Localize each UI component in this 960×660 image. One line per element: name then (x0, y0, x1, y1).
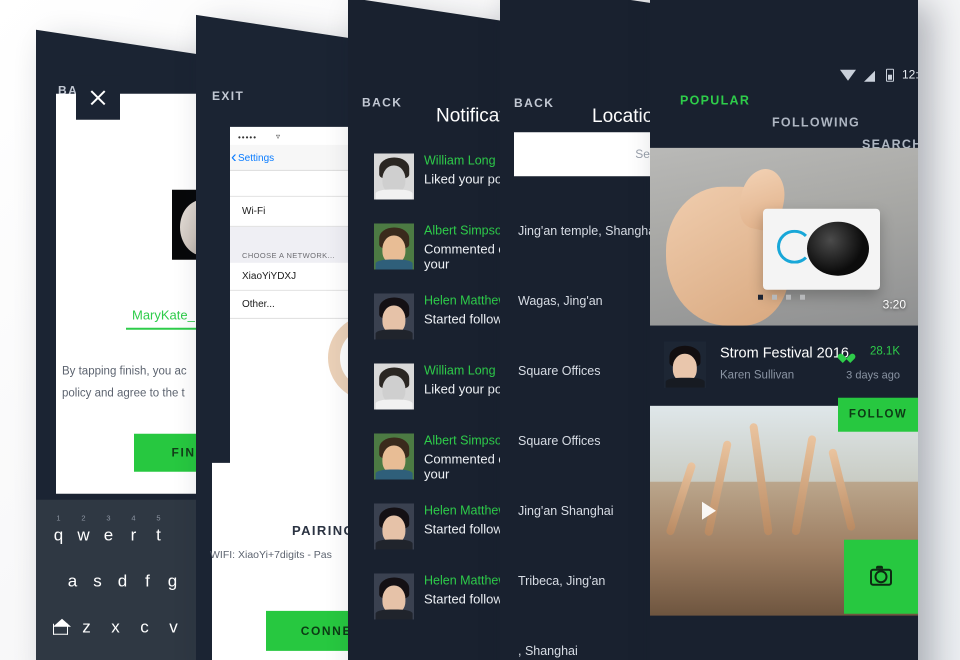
carousel-dots[interactable] (758, 294, 805, 300)
tab-following[interactable]: FOLLOWING (772, 116, 860, 130)
key-c[interactable]: c (132, 618, 157, 638)
carousel-dot-2[interactable] (772, 294, 777, 300)
wifi-icon (840, 69, 856, 81)
like-count: 28.1K (869, 345, 900, 358)
notification-name: William Long (424, 153, 496, 168)
pairing-subtitle: WIFI: XiaoYi+7digits - Pas (210, 548, 332, 561)
key-z[interactable]: z (74, 618, 99, 638)
post-info-bar: Strom Festival 2016 Karen Sullivan 28.1K… (650, 325, 918, 406)
signal-icon (864, 70, 875, 82)
carousel-dot-4[interactable] (800, 294, 805, 300)
screens-stage: BACK MaryKate_ By tapping finish, you ac… (0, 0, 960, 660)
location-label: , Shanghai (518, 644, 578, 659)
location-label: Wagas, Jing'an (518, 294, 603, 309)
key-x[interactable]: x (103, 618, 128, 638)
keyboard-row-3[interactable]: z x c v (50, 618, 186, 638)
avatar[interactable] (664, 341, 706, 388)
carousel-dot-1[interactable] (758, 294, 763, 300)
keyboard-row-2[interactable]: a s d f g (60, 572, 185, 592)
back-button[interactable]: BACK (514, 96, 554, 110)
ios-back-button[interactable]: Settings (238, 153, 274, 164)
follow-label: FOLLOW (848, 408, 908, 421)
avatar-helen (374, 503, 414, 550)
username-input[interactable]: MaryKate_ (132, 308, 195, 323)
hero-media[interactable]: 3:20 (650, 147, 918, 326)
key-e[interactable]: e (96, 526, 121, 546)
follow-button[interactable]: FOLLOW (838, 397, 918, 432)
close-button[interactable] (76, 75, 120, 120)
key-g[interactable]: g (160, 572, 185, 592)
heart-icon[interactable] (841, 350, 852, 360)
avatar-helen (374, 293, 414, 340)
avatar-william (374, 153, 414, 200)
shift-icon[interactable] (50, 620, 70, 636)
location-label: Jing'an temple, Shanghai (518, 224, 658, 239)
keyboard-row-1[interactable]: q w e r t (46, 526, 171, 546)
play-icon[interactable] (702, 501, 716, 520)
post-author: Karen Sullivan (720, 369, 795, 382)
post-time: 3 days ago (846, 369, 900, 382)
wifi-icon: ▿ (276, 131, 281, 141)
notification-name: Albert Simpson (424, 223, 509, 238)
key-d[interactable]: d (110, 572, 135, 592)
key-q[interactable]: q (46, 526, 71, 546)
keyboard-number-hints: 1 2 3 4 5 (56, 513, 161, 523)
location-label: Square Offices (518, 364, 601, 379)
camera-icon (870, 568, 892, 586)
key-r[interactable]: r (121, 526, 146, 546)
key-t[interactable]: t (146, 526, 171, 546)
post-title: Strom Festival 2016 (720, 345, 849, 362)
pairing-title: PAIRING (292, 522, 356, 538)
battery-icon (886, 68, 894, 82)
notification-action: Liked your post (424, 381, 513, 397)
back-button[interactable]: BACK (362, 95, 402, 109)
notification-name: William Long (424, 363, 496, 378)
key-w[interactable]: w (71, 526, 96, 546)
video-duration: 3:20 (882, 297, 906, 312)
ios-signal-dots: ••••• (238, 132, 258, 142)
camera-button[interactable] (844, 539, 918, 614)
avatar-helen (374, 573, 414, 620)
key-a[interactable]: a (60, 572, 85, 592)
location-label: Tribeca, Jing'an (518, 574, 606, 589)
key-v[interactable]: v (161, 618, 186, 638)
camera-product-image (762, 208, 881, 291)
screen-feed: 12:30 POPULAR FOLLOWING SEARCH 3:20 Stro… (650, 0, 918, 660)
location-label: Square Offices (518, 434, 601, 449)
status-time: 12:30 (902, 67, 918, 82)
key-f[interactable]: f (135, 572, 160, 592)
tab-popular[interactable]: POPULAR (680, 94, 750, 108)
key-s[interactable]: s (85, 572, 110, 592)
location-label: Jing'an Shanghai (518, 504, 614, 519)
carousel-dot-3[interactable] (786, 294, 791, 300)
exit-button[interactable]: EXIT (212, 89, 244, 103)
avatar-albert (374, 223, 414, 270)
avatar-albert (374, 433, 414, 480)
notification-name: Albert Simpson (424, 433, 509, 448)
avatar-william (374, 363, 414, 410)
notification-action: Liked your post (424, 171, 513, 187)
